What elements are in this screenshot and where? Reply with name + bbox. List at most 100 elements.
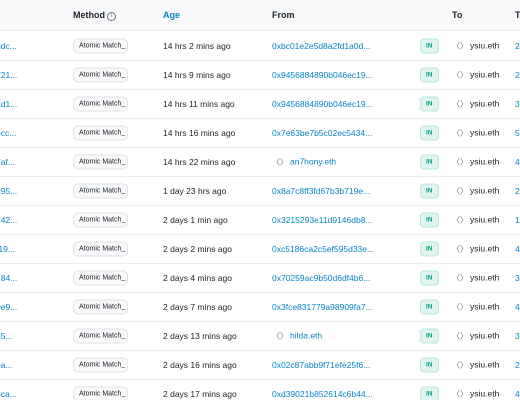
from-address-link[interactable]: 0x8a7c8ff3fd67b3b719e... (272, 186, 370, 196)
txn-hash-link[interactable]: ecc... (0, 128, 16, 138)
to-address: 〈〉 ysiu.eth (452, 359, 499, 370)
to-address: 〈〉 ysiu.eth (452, 301, 499, 312)
to-address-text: ysiu.eth (470, 359, 500, 369)
from-address-text[interactable]: hilda.eth (290, 330, 322, 340)
to-address: 〈〉 ysiu.eth (452, 156, 499, 167)
to-address-text: ysiu.eth (470, 127, 500, 137)
transactions-table: Methodi Age From To T ddc... Atomic Match… (0, 0, 520, 400)
from-address-text[interactable]: 0x3fce831779a98909fa7... (272, 302, 373, 312)
truncated-value[interactable]: 4 (515, 389, 520, 399)
txn-hash-link[interactable]: ddc... (0, 41, 17, 51)
txn-hash-link[interactable]: ea... (0, 360, 13, 370)
table-row: 742... Atomic Match_ 2 days 1 min ago 0x321… (0, 205, 520, 235)
truncated-value[interactable]: 5 (515, 128, 520, 138)
direction-badge: IN (420, 241, 439, 256)
table-header: Method i Age From To T (0, 0, 520, 31)
to-address-text: ysiu.eth (470, 301, 500, 311)
to-address: 〈〉 ysiu.eth (452, 185, 499, 196)
to-address: 〈〉 ysiu.eth (452, 40, 499, 51)
from-column-header: From (272, 10, 295, 20)
from-address-link[interactable]: 0x02c87abb9f71efe25f6... (272, 360, 370, 370)
contract-code-icon: 〈〉 (452, 273, 468, 282)
to-address-text: ysiu.eth (470, 330, 500, 340)
table-row: 3ca... Atomic Match_ 2 days 17 mins ago 0xd… (0, 379, 520, 400)
direction-badge: IN (420, 212, 439, 227)
from-address-text[interactable]: 0x70259ac9b50d6df4b6... (272, 273, 370, 283)
txn-hash-link[interactable]: 742... (0, 215, 17, 225)
from-address-link[interactable]: 0x3fce831779a98909fa7... (272, 302, 373, 312)
truncated-value[interactable]: 2 (515, 70, 520, 80)
txn-hash-link[interactable]: 184... (0, 273, 17, 283)
table-row: ecc... Atomic Match_ 14 hrs 16 mins ago 0x7… (0, 118, 520, 148)
method-badge: Atomic Match_ (73, 270, 128, 285)
method-badge: Atomic Match_ (73, 212, 128, 227)
from-address-text[interactable]: 0x8a7c8ff3fd67b3b719e... (272, 186, 370, 196)
from-address-text[interactable]: 0x02c87abb9f71efe25f6... (272, 360, 370, 370)
age-text: 2 days 16 mins ago (163, 359, 237, 370)
txn-hash-link[interactable]: 7af... (0, 157, 15, 167)
age-text: 14 hrs 22 mins ago (163, 156, 236, 167)
age-column-header[interactable]: Age (163, 10, 180, 20)
to-address: 〈〉 ysiu.eth (452, 272, 499, 283)
from-address-link[interactable]: 0xd39021b852614c6b44... (272, 389, 373, 399)
age-text: 14 hrs 11 mins ago (163, 98, 235, 109)
txn-hash-link[interactable]: 85... (0, 331, 13, 341)
table-row: 7af...Atomic Match_14 hrs 22 mins ago〈〉a… (0, 147, 520, 177)
truncated-value[interactable]: 3 (515, 99, 520, 109)
from-address-link[interactable]: 0x9456884890b046ec19... (272, 70, 373, 80)
from-address-link[interactable]: 0x7e63be7b5c02ec5434... (272, 128, 372, 138)
method-badge: Atomic Match_ (73, 96, 128, 111)
truncated-value[interactable]: 4 (515, 157, 520, 167)
from-address-text[interactable]: 0xd39021b852614c6b44... (272, 389, 373, 399)
from-address-link[interactable]: 0x3215293e11d9146db8... (272, 215, 373, 225)
from-address-text[interactable]: 0x7e63be7b5c02ec5434... (272, 128, 372, 138)
method-header-label: Method (73, 10, 105, 20)
age-text: 2 days 4 mins ago (163, 272, 232, 283)
method-badge: Atomic Match_ (73, 386, 128, 400)
txn-hash-link[interactable]: 295... (0, 186, 17, 196)
from-address-text[interactable]: 0x3215293e11d9146db8... (272, 215, 373, 225)
from-address-text[interactable]: an7hony.eth (290, 156, 336, 166)
to-address: 〈〉 ysiu.eth (452, 214, 499, 225)
table-row: ea... Atomic Match_ 2 days 16 mins ago 0x02… (0, 350, 520, 380)
contract-code-icon: 〈〉 (452, 70, 468, 79)
direction-badge: IN (420, 125, 439, 140)
method-badge: Atomic Match_ (73, 241, 128, 256)
txn-hash-link[interactable]: 1d1... (0, 99, 17, 109)
contract-code-icon: 〈〉 (452, 360, 468, 369)
from-address-link[interactable]: 0xbc01e2e5d8a2fd1a0d... (272, 41, 370, 51)
from-address-link[interactable]: 〈〉 hilda.eth (272, 330, 322, 341)
from-address-text[interactable]: 0xc5186ca2c5ef595d33e... (272, 244, 374, 254)
to-address: 〈〉 ysiu.eth (452, 388, 499, 399)
truncated-value[interactable]: 3 (515, 273, 520, 283)
from-address-text[interactable]: 0xbc01e2e5d8a2fd1a0d... (272, 41, 370, 51)
truncated-value[interactable]: 2 (515, 41, 520, 51)
txn-hash-link[interactable]: 3ca... (0, 389, 17, 399)
to-address-text: ysiu.eth (470, 185, 500, 195)
to-address: 〈〉 ysiu.eth (452, 330, 499, 341)
info-icon[interactable]: i (107, 12, 116, 21)
from-address-link[interactable]: 0x9456884890b046ec19... (272, 99, 373, 109)
contract-code-icon: 〈〉 (452, 244, 468, 253)
from-address-text[interactable]: 0x9456884890b046ec19... (272, 70, 373, 80)
truncated-value[interactable]: 2 (515, 360, 520, 370)
txn-hash-link[interactable]: 721... (0, 70, 17, 80)
truncated-column-header: T (515, 10, 520, 20)
from-address-text[interactable]: 0x9456884890b046ec19... (272, 99, 373, 109)
direction-badge: IN (420, 38, 439, 53)
from-address-link[interactable]: 0x70259ac9b50d6df4b6... (272, 273, 370, 283)
txn-hash-link[interactable]: 0e9... (0, 302, 17, 312)
truncated-value[interactable]: 2 (515, 186, 520, 196)
age-text: 2 days 2 mins ago (163, 243, 232, 254)
truncated-value[interactable]: 4 (515, 302, 520, 312)
truncated-value[interactable]: 4 (515, 244, 520, 254)
age-text: 1 day 23 hrs ago (163, 185, 227, 196)
to-address: 〈〉 ysiu.eth (452, 243, 499, 254)
from-address-link[interactable]: 0xc5186ca2c5ef595d33e... (272, 244, 374, 254)
truncated-value[interactable]: 1 (515, 215, 520, 225)
truncated-value[interactable]: 3 (515, 331, 520, 341)
from-address-link[interactable]: 〈〉 an7hony.eth (272, 156, 336, 167)
method-badge: Atomic Match_ (73, 299, 128, 314)
to-address-text: ysiu.eth (470, 214, 500, 224)
txn-hash-link[interactable]: f19... (0, 244, 15, 254)
